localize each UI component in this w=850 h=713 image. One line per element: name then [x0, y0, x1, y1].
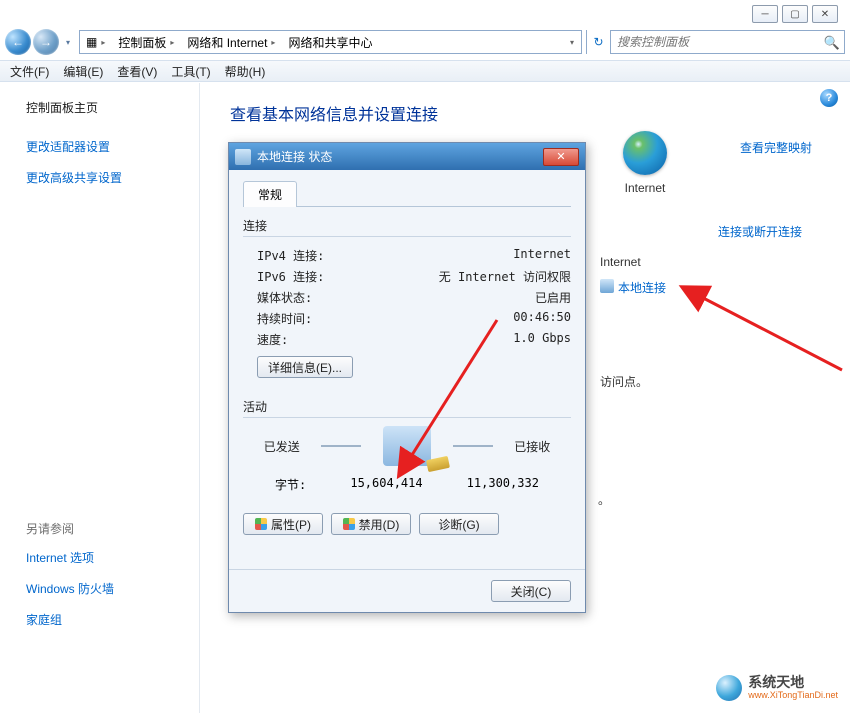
watermark-name: 系统天地: [748, 675, 838, 690]
sidebar-home[interactable]: 控制面板主页: [26, 99, 199, 116]
menu-file[interactable]: 文件(F): [10, 63, 49, 80]
view-full-map-link[interactable]: 查看完整映射: [740, 139, 812, 156]
sidebar-homegroup[interactable]: 家庭组: [26, 611, 199, 628]
row-media-state: 媒体状态:已启用: [243, 287, 571, 308]
dialog-close-footer-button[interactable]: 关闭(C): [491, 580, 571, 602]
recv-label: 已接收: [514, 438, 550, 455]
address-bar[interactable]: ▦▸ 控制面板▸ 网络和 Internet▸ 网络和共享中心 ▾: [79, 30, 582, 54]
row-ipv6: IPv6 连接:无 Internet 访问权限: [243, 266, 571, 287]
row-speed: 速度:1.0 Gbps: [243, 329, 571, 350]
network-internet-node: Internet: [600, 131, 690, 195]
window-close-button[interactable]: ✕: [812, 5, 838, 23]
partial-text-1: 访问点。: [600, 373, 648, 390]
window-maximize-button[interactable]: ▢: [782, 5, 808, 23]
shield-icon: [343, 518, 355, 530]
breadcrumb-control-panel[interactable]: 控制面板▸: [112, 31, 181, 53]
nav-back-button[interactable]: ←: [5, 29, 31, 55]
row-ipv4: IPv4 连接:Internet: [243, 245, 571, 266]
page-title: 查看基本网络信息并设置连接: [230, 101, 850, 125]
activity-bar-right: [453, 445, 493, 447]
internet-label: Internet: [600, 181, 690, 195]
bytes-recv-value: 11,300,332: [467, 476, 539, 493]
disable-button[interactable]: 禁用(D): [331, 513, 411, 535]
address-dropdown[interactable]: ▾: [560, 31, 581, 53]
address-root-icon[interactable]: ▦▸: [80, 31, 112, 53]
row-duration: 持续时间:00:46:50: [243, 308, 571, 329]
sidebar-windows-firewall[interactable]: Windows 防火墙: [26, 580, 199, 597]
partial-text-2: 。: [598, 491, 610, 508]
dialog-close-button[interactable]: ✕: [543, 148, 579, 166]
search-icon: 🔍: [824, 35, 840, 51]
sidebar-see-also-label: 另请参阅: [26, 520, 199, 537]
activity-bar-left: [321, 445, 361, 447]
help-icon[interactable]: ?: [820, 89, 838, 107]
navigation-bar: ← → ▾ ▦▸ 控制面板▸ 网络和 Internet▸ 网络和共享中心 ▾ ↻…: [5, 28, 845, 56]
sidebar-adapter-settings[interactable]: 更改适配器设置: [26, 138, 199, 155]
nav-history-dropdown[interactable]: ▾: [61, 29, 75, 55]
refresh-button[interactable]: ↻: [586, 30, 610, 54]
local-connection-link[interactable]: 本地连接: [618, 279, 666, 296]
menu-bar: 文件(F) 编辑(E) 查看(V) 工具(T) 帮助(H): [0, 60, 850, 82]
connect-disconnect-link[interactable]: 连接或断开连接: [718, 223, 802, 240]
watermark-globe-icon: [716, 675, 742, 701]
sidebar-advanced-sharing[interactable]: 更改高级共享设置: [26, 169, 199, 186]
dialog-title-icon: [235, 149, 251, 165]
breadcrumb-sharing-center[interactable]: 网络和共享中心: [282, 31, 379, 53]
group-activity-label: 活动: [243, 398, 571, 415]
group-connection-label: 连接: [243, 217, 571, 234]
dialog-titlebar[interactable]: 本地连接 状态 ✕: [229, 143, 585, 170]
menu-view[interactable]: 查看(V): [117, 63, 157, 80]
breadcrumb-network-internet[interactable]: 网络和 Internet▸: [181, 31, 282, 53]
menu-tools[interactable]: 工具(T): [171, 63, 210, 80]
access-type-label: Internet: [600, 255, 641, 269]
activity-computer-icon: [383, 426, 431, 466]
dialog-tabs: 常规: [243, 180, 571, 207]
watermark-url: www.XiTongTianDi.net: [748, 691, 838, 701]
menu-help[interactable]: 帮助(H): [225, 63, 266, 80]
nav-forward-button[interactable]: →: [33, 29, 59, 55]
bytes-label: 字节:: [275, 476, 306, 493]
search-input[interactable]: [611, 31, 844, 53]
sidebar-internet-options[interactable]: Internet 选项: [26, 549, 199, 566]
properties-button[interactable]: 属性(P): [243, 513, 323, 535]
connection-status-dialog: 本地连接 状态 ✕ 常规 连接 IPv4 连接:Internet IPv6 连接…: [228, 142, 586, 613]
globe-icon: [623, 131, 667, 175]
sent-label: 已发送: [264, 438, 300, 455]
search-box[interactable]: 🔍: [610, 30, 845, 54]
connection-icon: [600, 279, 614, 293]
window-minimize-button[interactable]: ─: [752, 5, 778, 23]
tab-general[interactable]: 常规: [243, 181, 297, 207]
diagnose-button[interactable]: 诊断(G): [419, 513, 499, 535]
watermark: 系统天地 www.XiTongTianDi.net: [716, 675, 838, 701]
bytes-sent-value: 15,604,414: [350, 476, 422, 493]
sidebar: 控制面板主页 更改适配器设置 更改高级共享设置 另请参阅 Internet 选项…: [0, 83, 200, 713]
dialog-title-text: 本地连接 状态: [257, 148, 543, 165]
menu-edit[interactable]: 编辑(E): [63, 63, 103, 80]
details-button[interactable]: 详细信息(E)...: [257, 356, 353, 378]
shield-icon: [255, 518, 267, 530]
